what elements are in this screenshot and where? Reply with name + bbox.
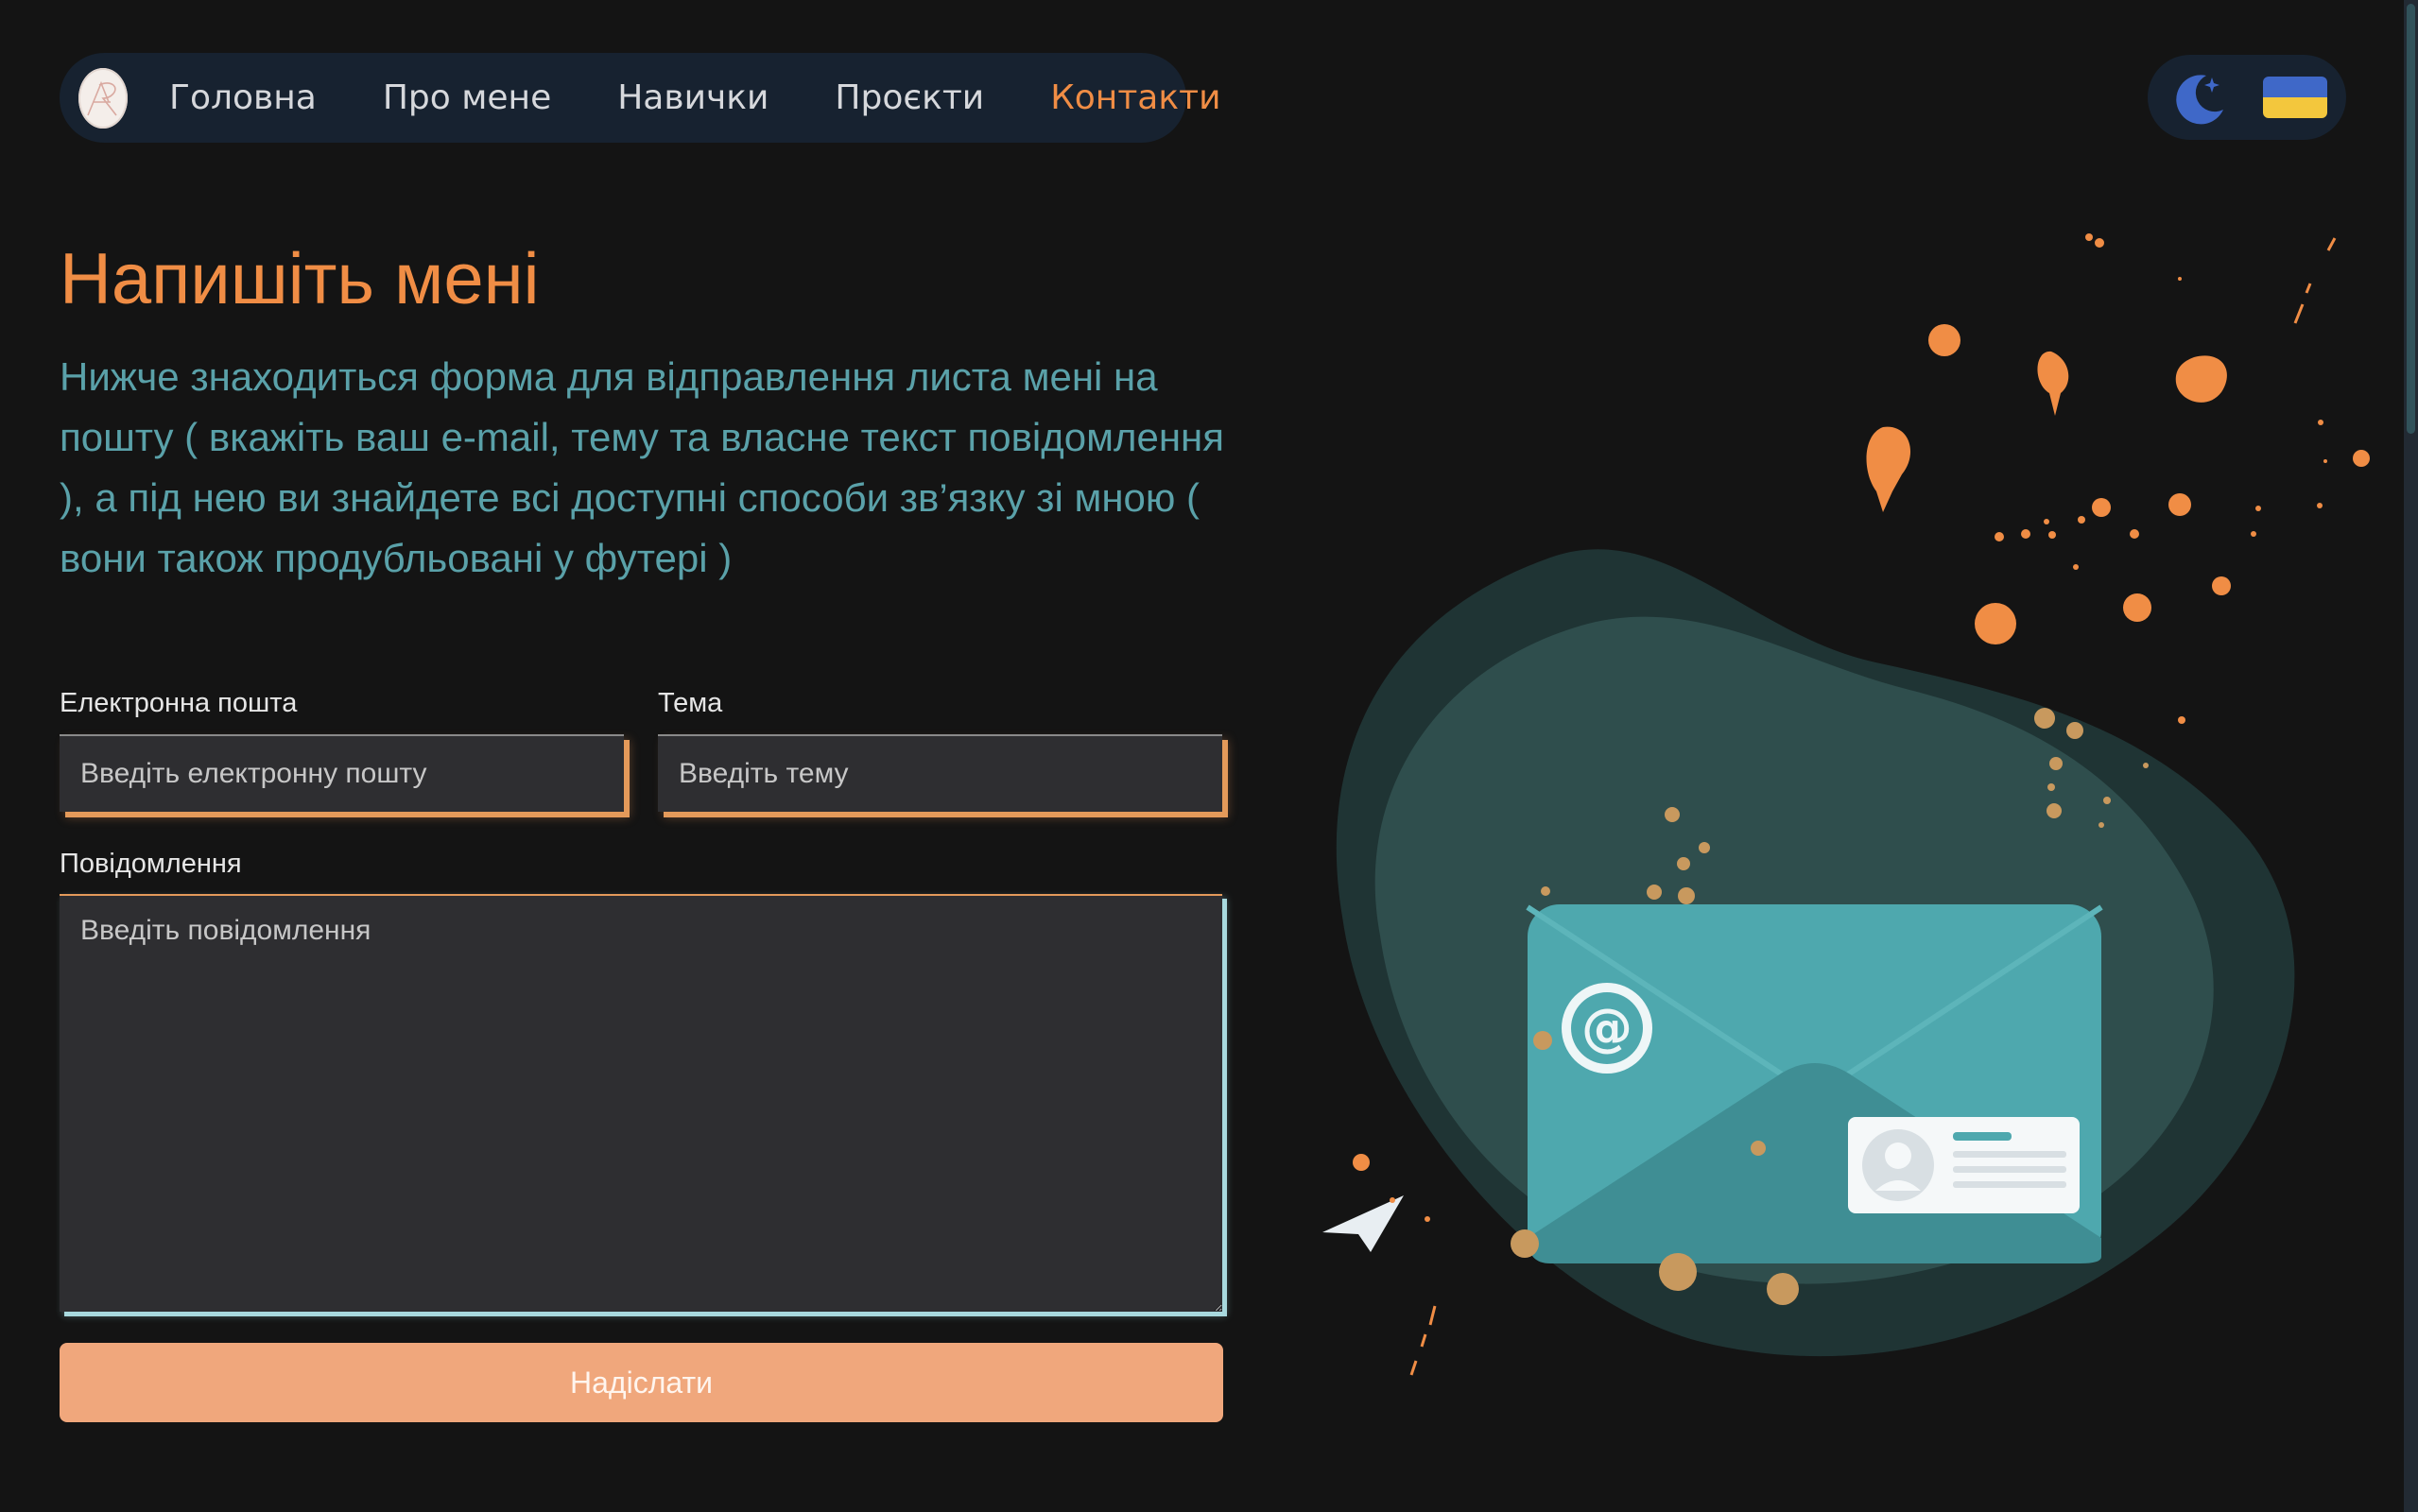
logo-monogram-icon xyxy=(87,80,117,115)
email-label: Електронна пошта xyxy=(60,688,298,718)
settings-bar xyxy=(2148,55,2346,140)
moon-icon[interactable] xyxy=(2170,68,2229,127)
nav-link-home[interactable]: Головна xyxy=(169,78,317,117)
page-scrollbar[interactable] xyxy=(2404,0,2418,1512)
page-title: Напишіть мені xyxy=(60,239,540,319)
contact-page: Головна Про мене Навички Проєкти Контакт… xyxy=(0,0,2418,1512)
submit-button[interactable]: Надіслати xyxy=(60,1343,1223,1422)
envelope-icon: @ xyxy=(1526,904,2103,1263)
scrollbar-thumb[interactable] xyxy=(2407,4,2415,434)
message-label: Повідомлення xyxy=(60,849,242,879)
subject-label: Тема xyxy=(658,688,723,718)
intro-text: Нижче знаходиться форма для відправлення… xyxy=(60,354,1224,580)
ukraine-flag-icon[interactable] xyxy=(2263,77,2327,118)
main-nav: Головна Про мене Навички Проєкти Контакт… xyxy=(60,53,1220,143)
at-sign-icon: @ xyxy=(1581,998,1632,1057)
subject-field[interactable] xyxy=(658,734,1222,812)
nav-link-about[interactable]: Про мене xyxy=(383,78,551,117)
paper-plane-icon xyxy=(1322,1195,1404,1252)
message-field[interactable] xyxy=(60,894,1222,1312)
envelope-illustration: @ xyxy=(1322,233,2370,1376)
nav-link-skills[interactable]: Навички xyxy=(617,78,769,117)
email-field[interactable] xyxy=(60,734,624,812)
nav-link-projects[interactable]: Проєкти xyxy=(835,78,984,117)
logo[interactable] xyxy=(78,67,128,129)
nav-link-contacts[interactable]: Контакти xyxy=(1050,78,1220,117)
